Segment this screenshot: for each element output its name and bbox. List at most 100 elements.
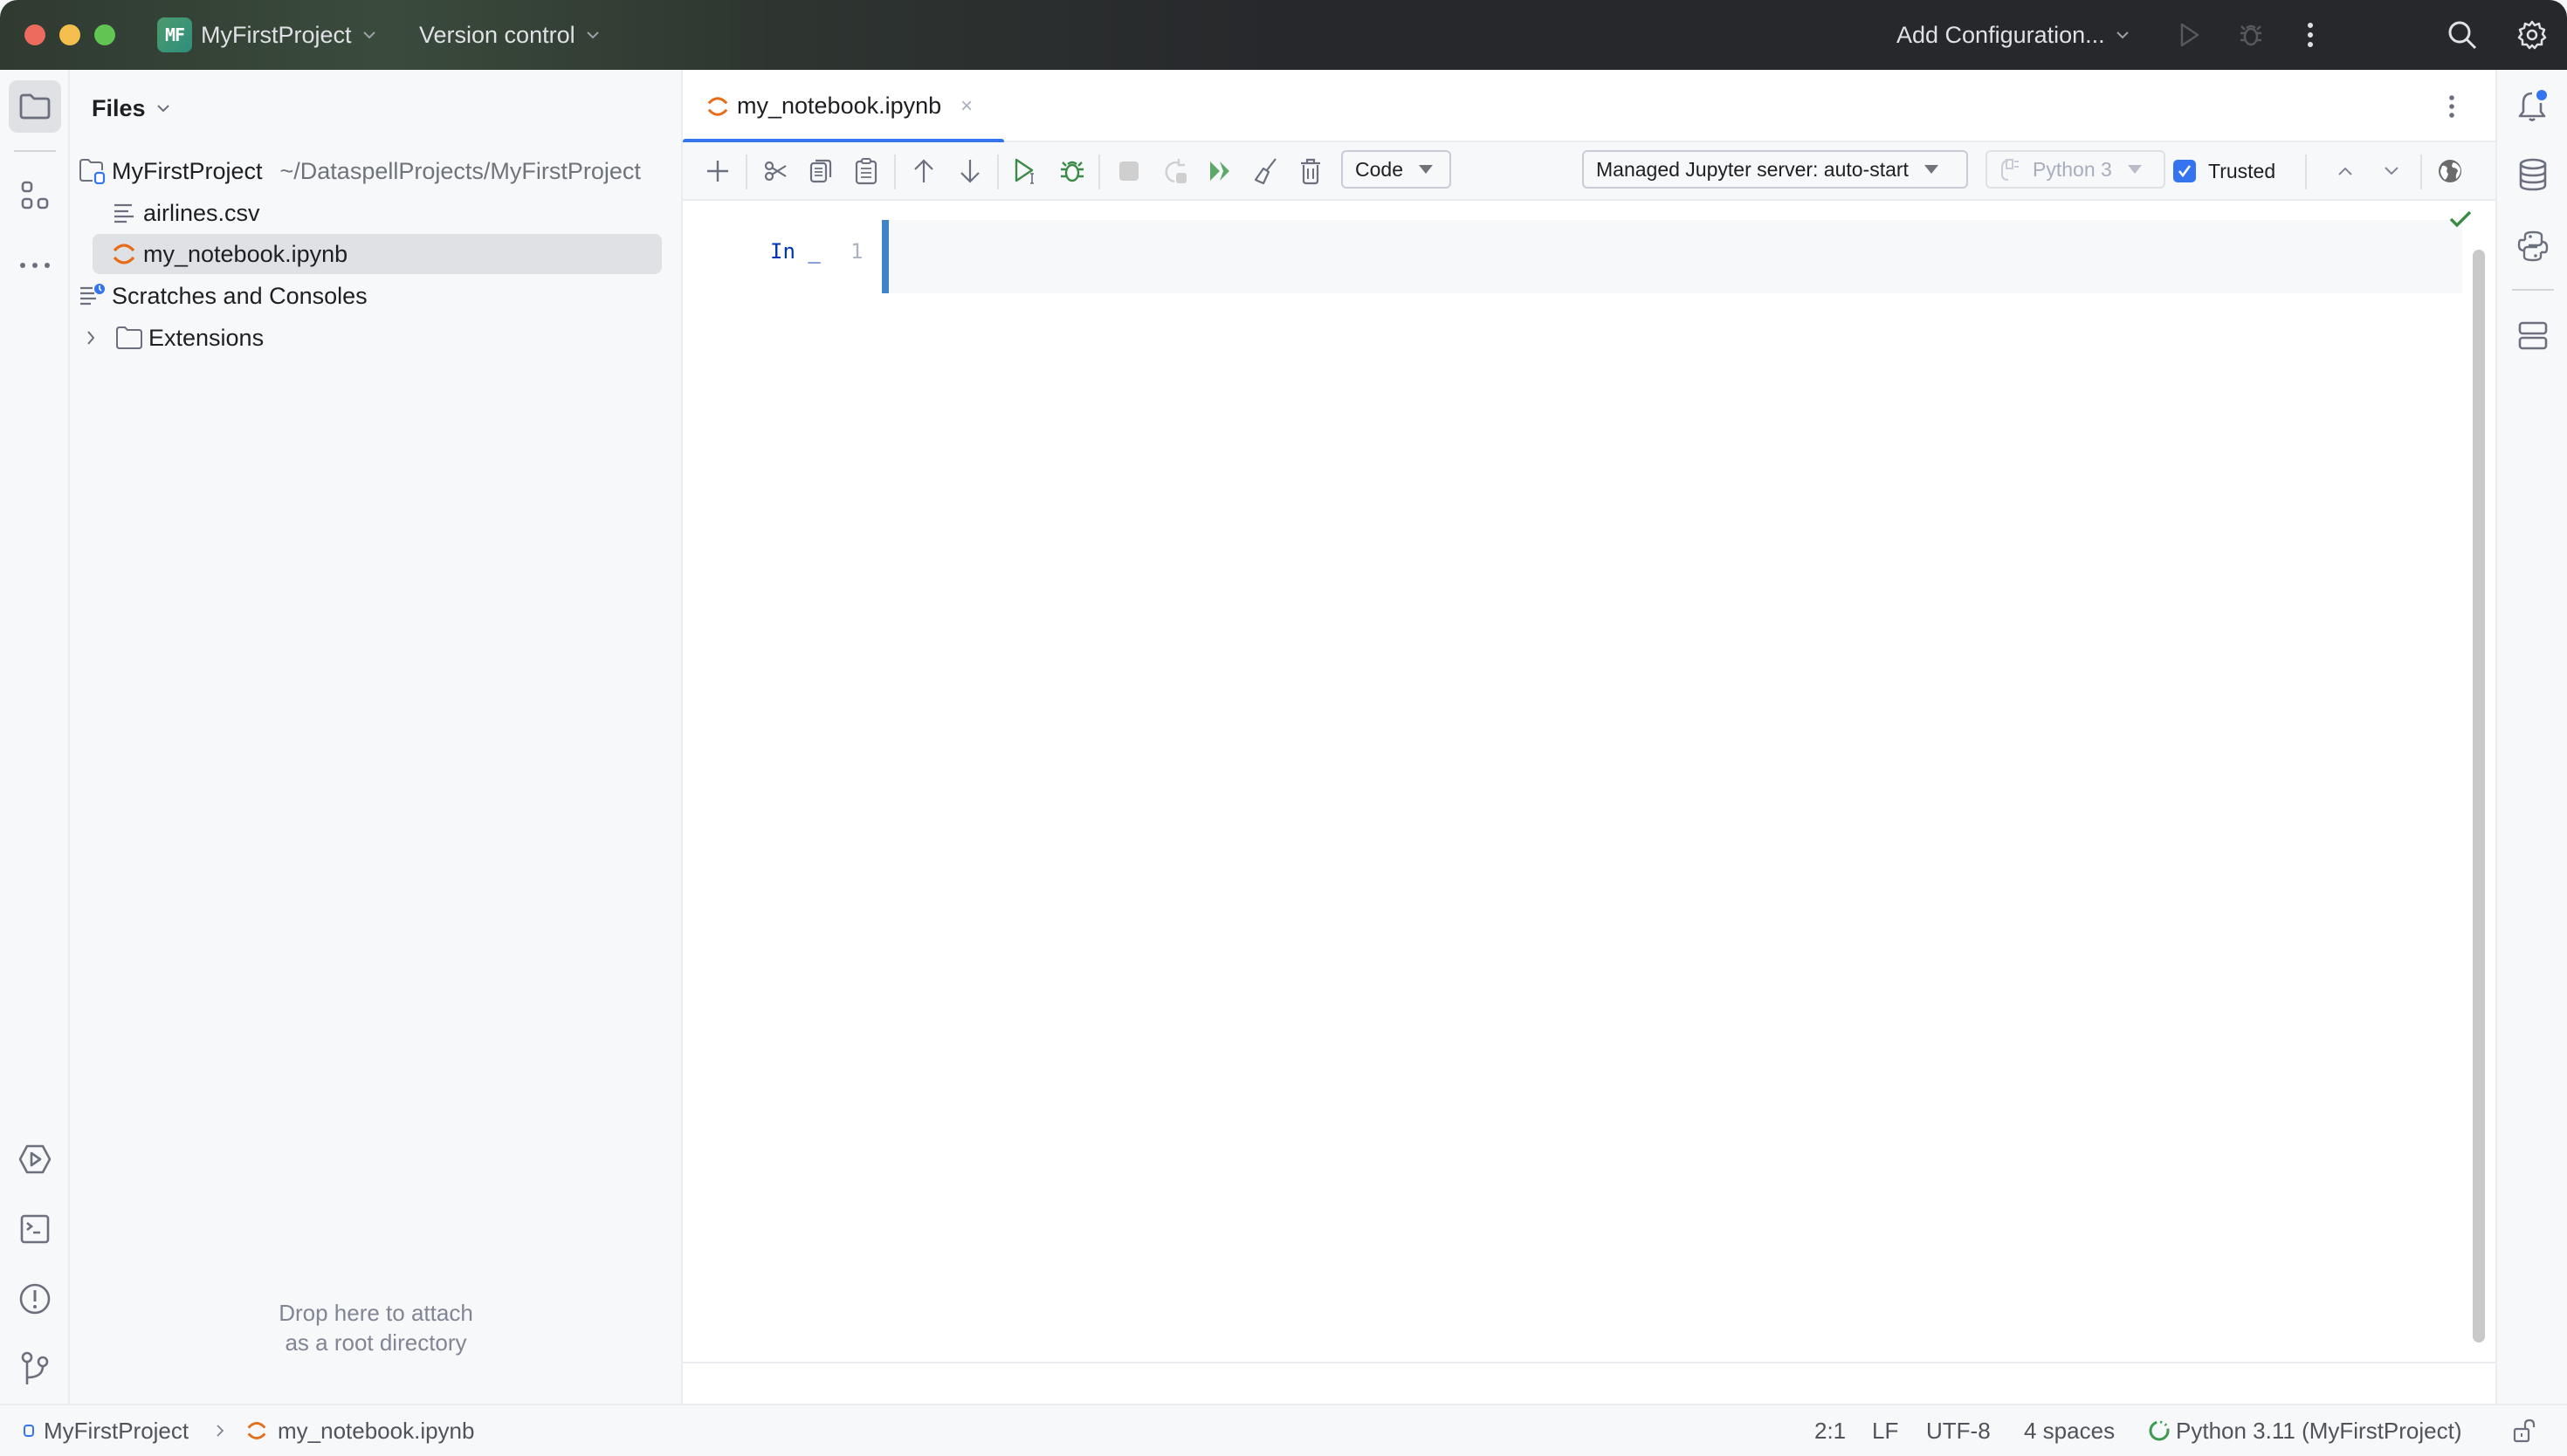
code-cell-input[interactable] [889,220,2462,293]
tree-item-label: Scratches and Consoles [112,282,368,309]
plus-icon [707,161,728,182]
run-all-button[interactable] [1202,153,1239,189]
arrow-down-icon [960,160,980,183]
editor-tab-bar: my_notebook.ipynb × [683,70,2495,144]
layout-icon [2518,321,2548,350]
settings-button[interactable] [2515,17,2550,52]
move-cell-up-button[interactable] [905,153,942,189]
delete-cell-button[interactable] [1292,153,1329,189]
notebook-toolbar: Code Managed Jupyter server: auto-start … [683,142,2495,201]
chevron-right-icon [217,1425,224,1437]
tree-item-project-root[interactable]: MyFirstProject ~/DataspellProjects/MyFir… [79,151,641,191]
strip-separator [14,150,56,152]
breadcrumb-file[interactable]: my_notebook.ipynb [246,1405,474,1456]
more-tool-windows-button[interactable] [9,239,61,292]
run-icon [2180,23,2199,47]
tab-my-notebook[interactable]: my_notebook.ipynb × [683,70,1004,144]
debug-cell-button[interactable] [1054,153,1091,189]
file-encoding[interactable]: UTF-8 [1926,1405,1991,1456]
structure-tool-button[interactable] [9,169,61,222]
close-window-button[interactable] [24,24,45,45]
more-horizontal-icon [20,263,50,268]
interrupt-kernel-button[interactable] [1111,153,1147,189]
trusted-checkbox[interactable] [2173,160,2196,182]
notifications-button[interactable] [2509,82,2557,131]
python-console-button[interactable] [2509,222,2557,271]
tree-item-file[interactable]: airlines.csv [110,193,260,233]
chevron-down-icon [362,31,375,39]
notifications-icon [2518,90,2547,121]
run-configuration-label: Add Configuration... [1896,21,2105,48]
jupyter-server-dropdown[interactable]: Managed Jupyter server: auto-start [1582,150,1968,189]
indent-settings[interactable]: 4 spaces [2024,1405,2115,1456]
git-branch-icon [21,1351,49,1384]
chevron-right-icon[interactable] [79,324,103,352]
copy-cell-button[interactable] [802,153,839,189]
files-view-selector[interactable]: Files [92,91,170,126]
run-services-icon [18,1144,52,1174]
minimize-window-button[interactable] [59,24,80,45]
next-cell-button[interactable] [2373,153,2410,189]
previous-cell-button[interactable] [2327,153,2364,189]
settings-gear-icon [2517,20,2547,50]
project-tool-button[interactable] [9,80,61,133]
vertical-scrollbar[interactable] [2473,250,2485,1343]
status-bar: MyFirstProject my_notebook.ipynb 2:1 LF … [0,1404,2567,1456]
run-configuration-selector[interactable]: Add Configuration... [1896,0,2130,70]
cut-cell-button[interactable] [758,153,795,189]
problems-icon [19,1283,51,1315]
copy-icon [809,159,832,183]
layout-button[interactable] [2509,311,2557,360]
trash-icon [1301,158,1320,185]
editor-divider [683,1362,2495,1363]
kernel-dropdown[interactable]: Python 3 [1985,150,2165,189]
database-button[interactable] [2509,150,2557,199]
tab-options-button[interactable] [2434,89,2469,124]
tree-item-label: airlines.csv [143,199,260,226]
version-control-label: Version control [419,21,575,48]
clear-outputs-button[interactable] [1247,153,1284,189]
caret-position[interactable]: 2:1 [1814,1405,1846,1456]
tree-item-extensions[interactable]: Extensions [79,318,264,358]
run-cell-select-below-button[interactable] [1008,153,1045,189]
search-everywhere-button[interactable] [2445,17,2480,52]
line-separator[interactable]: LF [1872,1405,1898,1456]
tree-item-file-selected[interactable]: my_notebook.ipynb [93,234,662,274]
version-control-menu[interactable]: Version control [419,0,600,70]
right-tool-window-strip [2495,70,2567,1404]
close-tab-button[interactable]: × [960,94,973,119]
project-selector[interactable]: MyFirstProject [201,0,376,70]
chevron-down-icon [2116,31,2129,39]
debug-button[interactable] [2233,17,2268,52]
toolbar-separator [746,155,747,189]
selected-cell-indicator [882,220,889,293]
terminal-icon [20,1214,50,1244]
more-vertical-icon [2308,23,2313,47]
globe-icon [2439,160,2461,182]
cell-type-dropdown[interactable]: Code [1341,150,1451,189]
paste-cell-button[interactable] [848,153,884,189]
project-folder-icon [79,157,107,185]
interpreter-status-icon [2149,1420,2170,1441]
project-badge[interactable]: MF [157,17,192,52]
title-bar: MF MyFirstProject Version control Add Co… [0,0,2567,70]
python-interpreter[interactable]: Python 3.11 (MyFirstProject) [2148,1405,2462,1456]
services-tool-button[interactable] [9,1133,61,1185]
git-tool-button[interactable] [9,1343,61,1395]
tree-item-scratches[interactable]: Scratches and Consoles [79,276,368,316]
add-cell-button[interactable] [699,153,736,189]
stop-icon [1119,161,1139,181]
problems-tool-button[interactable] [9,1273,61,1325]
tree-item-label: MyFirstProject [112,157,263,184]
chevron-up-icon [2338,167,2352,175]
breadcrumb-project[interactable]: MyFirstProject [23,1405,189,1456]
maximize-window-button[interactable] [94,24,115,45]
open-in-browser-button[interactable] [2432,153,2468,189]
read-only-toggle[interactable] [2513,1405,2536,1456]
terminal-tool-button[interactable] [9,1203,61,1255]
more-actions-button[interactable] [2293,17,2328,52]
restart-kernel-button[interactable] [1157,153,1194,189]
run-button[interactable] [2172,17,2207,52]
chevron-down-icon [156,105,169,113]
move-cell-down-button[interactable] [952,153,988,189]
